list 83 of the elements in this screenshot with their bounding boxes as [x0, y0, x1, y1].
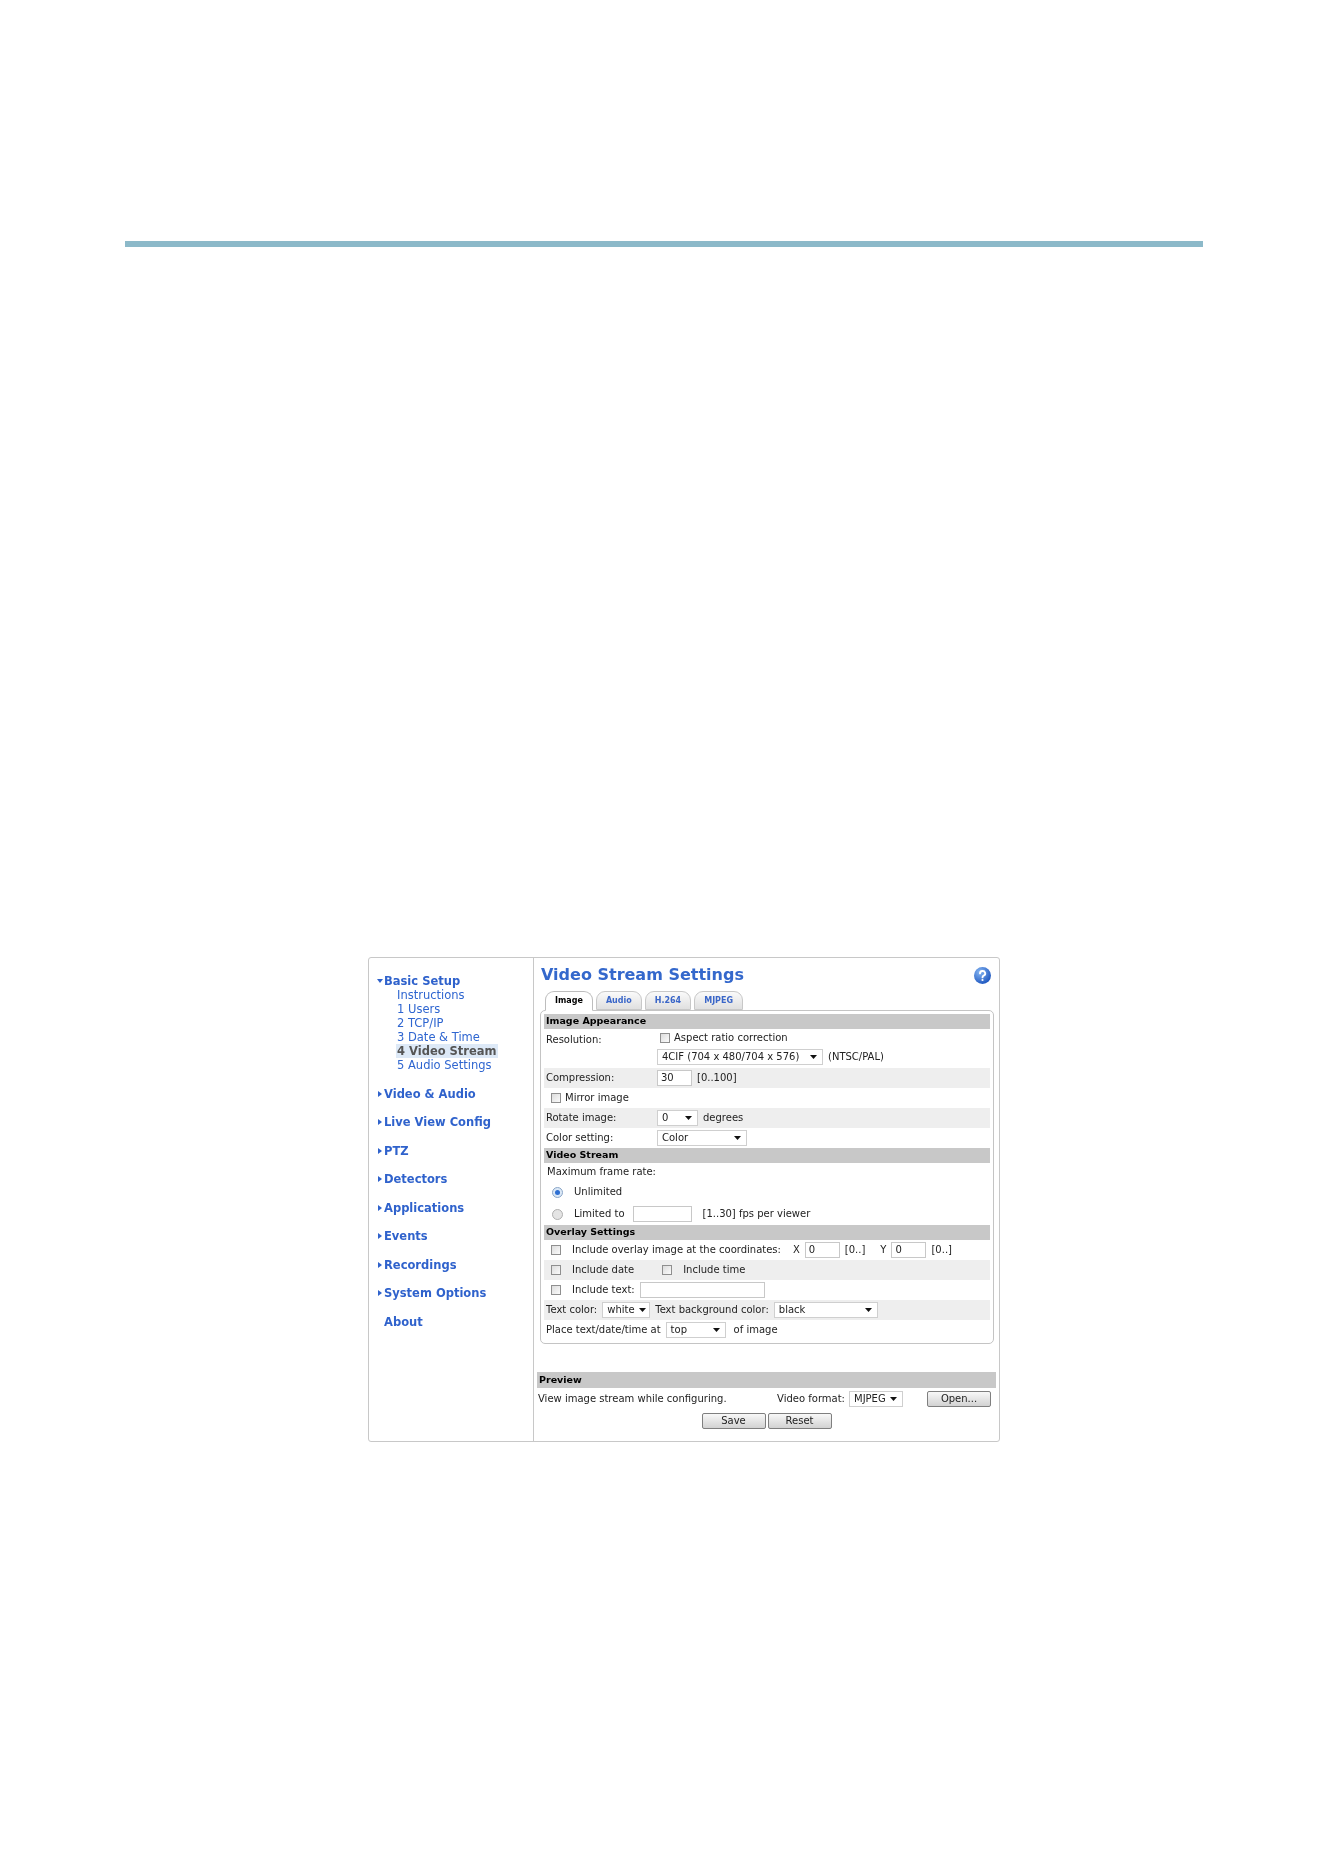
checkbox[interactable] — [551, 1245, 561, 1255]
nav-link[interactable]: System Options — [377, 1286, 487, 1300]
nav-sublink[interactable]: 2 TCP/IP — [396, 1016, 445, 1030]
caret-down-icon — [638, 1308, 646, 1312]
checkbox-label: Aspect ratio correction — [674, 1032, 788, 1044]
form-text: Maximum frame rate: — [547, 1166, 656, 1178]
save-button[interactable]: Save — [701, 1413, 766, 1429]
form-text: [0..] — [931, 1244, 952, 1256]
form-text: (NTSC/PAL) — [828, 1051, 884, 1063]
nav-sublink[interactable]: Instructions — [396, 988, 466, 1002]
checkbox-label: Include text: — [572, 1284, 635, 1296]
nav-link[interactable]: Live View Config — [377, 1115, 491, 1129]
reset-button[interactable]: Reset — [767, 1413, 832, 1429]
checkbox[interactable] — [662, 1265, 673, 1275]
section-header: Preview — [537, 1372, 996, 1388]
input-field[interactable]: 30 — [657, 1070, 692, 1086]
tab[interactable]: H.264 — [644, 991, 692, 1010]
caret-down-icon — [712, 1328, 720, 1332]
checkbox-label: Include date — [572, 1264, 635, 1276]
tab[interactable]: Audio — [595, 991, 642, 1010]
help-icon[interactable] — [974, 966, 991, 984]
radio-button[interactable] — [552, 1208, 563, 1220]
form-text: Place text/date/time at — [546, 1324, 661, 1336]
dropdown[interactable]: top — [665, 1322, 726, 1338]
checkbox[interactable] — [660, 1033, 670, 1043]
checkbox[interactable] — [551, 1093, 561, 1103]
field-label: Color setting: — [546, 1132, 615, 1144]
field-label: Resolution: — [546, 1033, 603, 1046]
tab[interactable]: Image — [545, 991, 593, 1011]
nav-link[interactable]: Applications — [377, 1200, 465, 1215]
dropdown[interactable]: MJPEG — [849, 1391, 903, 1407]
checkbox[interactable] — [551, 1265, 561, 1275]
form-text: [1..30] fps per viewer — [702, 1208, 811, 1220]
form-text: Text color: — [546, 1304, 598, 1316]
nav-sublink[interactable]: 1 Users — [396, 1002, 442, 1016]
caret-down-icon — [685, 1116, 692, 1120]
dropdown[interactable]: black — [773, 1302, 878, 1318]
radio-label: Unlimited — [574, 1186, 623, 1198]
form-text: Text background color: — [655, 1304, 769, 1316]
input-field[interactable] — [632, 1206, 692, 1222]
field-label: Compression: — [546, 1072, 616, 1084]
nav-sublink[interactable]: 3 Date & Time — [396, 1030, 481, 1044]
form-text: Y — [880, 1244, 887, 1256]
input-field[interactable]: 0 — [804, 1242, 840, 1258]
radio-label: Limited to — [574, 1208, 625, 1220]
form-text: X — [792, 1244, 800, 1256]
dropdown[interactable]: 4CIF (704 x 480/704 x 576) — [657, 1049, 823, 1065]
field-label: Rotate image: — [546, 1112, 618, 1124]
nav-sublink[interactable]: 4 Video Stream — [396, 1044, 498, 1058]
nav-link[interactable]: PTZ — [377, 1143, 409, 1158]
nav-link[interactable]: Detectors — [377, 1172, 448, 1186]
input-field[interactable] — [639, 1282, 765, 1298]
checkbox-label: Include time — [683, 1264, 746, 1276]
nav-link[interactable]: Video & Audio — [377, 1086, 476, 1101]
page-title: Video Stream Settings — [541, 965, 744, 985]
section-header: Video Stream — [544, 1148, 990, 1163]
checkbox[interactable] — [551, 1285, 561, 1295]
caret-down-icon — [864, 1308, 872, 1312]
nav-sublink[interactable]: 5 Audio Settings — [396, 1058, 493, 1072]
caret-down-icon — [890, 1397, 897, 1401]
caret-down-icon — [810, 1055, 817, 1059]
caret-down-icon — [734, 1136, 741, 1140]
nav-link[interactable]: Recordings — [377, 1257, 457, 1272]
form-text: of image — [733, 1324, 778, 1336]
preview-description: View image stream while configuring. — [538, 1393, 727, 1405]
nav-link[interactable]: Basic Setup — [377, 974, 461, 988]
tab[interactable]: MJPEG — [694, 991, 743, 1010]
section-header: Image Appearance — [544, 1014, 990, 1029]
section-header: Overlay Settings — [544, 1225, 990, 1240]
form-text: [0..100] — [697, 1072, 737, 1084]
checkbox-label: Include overlay image at the coordinates: — [572, 1244, 781, 1256]
input-field[interactable]: 0 — [891, 1242, 927, 1258]
nav-link[interactable]: Events — [377, 1229, 428, 1243]
nav-link[interactable]: About — [384, 1314, 423, 1329]
radio-button[interactable] — [552, 1186, 563, 1198]
dropdown[interactable]: Color — [657, 1130, 747, 1146]
form-text: degrees — [703, 1112, 744, 1124]
dropdown[interactable]: 0 — [657, 1110, 698, 1126]
form-text: [0..] — [844, 1244, 866, 1256]
open-button[interactable]: Open... — [927, 1391, 991, 1407]
checkbox-label: Mirror image — [565, 1092, 629, 1104]
field-label: Video format: — [777, 1393, 845, 1405]
dropdown[interactable]: white — [602, 1302, 651, 1318]
